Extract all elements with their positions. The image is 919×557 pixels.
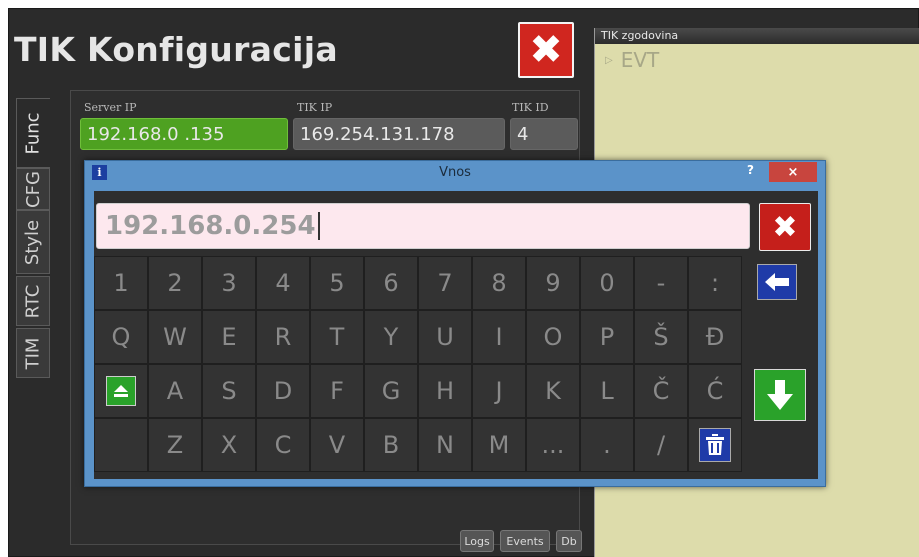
shift-key-face (106, 376, 136, 406)
tab-style-label: Style (22, 219, 44, 265)
close-icon: ✖ (772, 209, 798, 245)
arrow-down-icon (767, 380, 793, 410)
key-dot[interactable]: . (580, 418, 634, 472)
server-ip-field[interactable]: 192.168.0 .135 (80, 118, 288, 150)
key-t[interactable]: T (310, 310, 364, 364)
key-slash[interactable]: / (634, 418, 688, 472)
key-c[interactable]: C (256, 418, 310, 472)
key-g[interactable]: G (364, 364, 418, 418)
tik-id-label: TIK ID (512, 101, 549, 114)
main-close-button[interactable]: ✖ (518, 22, 574, 78)
db-button[interactable]: Db (556, 530, 582, 552)
backspace-key[interactable] (757, 264, 797, 300)
tab-rtc-label: RTC (22, 284, 44, 318)
key-l[interactable]: L (580, 364, 634, 418)
text-input-value: 192.168.0.254 (105, 211, 316, 241)
key-f[interactable]: F (310, 364, 364, 418)
tab-tim-label: TIM (22, 337, 44, 369)
dialog-close-button[interactable]: × (769, 162, 817, 182)
key-b[interactable]: B (364, 418, 418, 472)
key-h[interactable]: H (418, 364, 472, 418)
text-input[interactable]: 192.168.0.254 (96, 203, 750, 249)
enter-key[interactable] (752, 356, 808, 434)
key-j[interactable]: J (472, 364, 526, 418)
triangle-right-icon: ▷ (605, 54, 613, 66)
tab-func[interactable]: Func (16, 98, 50, 168)
arrow-left-icon (765, 273, 789, 291)
key-2[interactable]: 2 (148, 256, 202, 310)
key-s-caron[interactable]: Š (634, 310, 688, 364)
shift-key[interactable] (94, 364, 148, 418)
key-n[interactable]: N (418, 418, 472, 472)
key-x[interactable]: X (202, 418, 256, 472)
key-6[interactable]: 6 (364, 256, 418, 310)
eject-icon (114, 385, 128, 397)
close-icon: ✖ (529, 27, 563, 73)
key-v[interactable]: V (310, 418, 364, 472)
key-5[interactable]: 5 (310, 256, 364, 310)
logs-button[interactable]: Logs (460, 530, 494, 552)
key-d-stroke[interactable]: Đ (688, 310, 742, 364)
key-w[interactable]: W (148, 310, 202, 364)
events-button[interactable]: Events (500, 530, 550, 552)
key-e[interactable]: E (202, 310, 256, 364)
delete-key[interactable] (688, 418, 742, 472)
key-8[interactable]: 8 (472, 256, 526, 310)
tab-rtc[interactable]: RTC (16, 276, 50, 326)
history-item-label: EVT (620, 48, 660, 72)
dialog-title: Vnos (439, 165, 471, 180)
key-m[interactable]: M (472, 418, 526, 472)
key-9[interactable]: 9 (526, 256, 580, 310)
tik-ip-label: TIK IP (297, 101, 333, 114)
text-caret (317, 212, 320, 240)
key-a[interactable]: A (148, 364, 202, 418)
dialog-help-button[interactable]: ? (747, 163, 754, 177)
key-3[interactable]: 3 (202, 256, 256, 310)
key-c-caron[interactable]: Č (634, 364, 688, 418)
tab-cfg[interactable]: CFG (16, 168, 50, 210)
key-ellipsis[interactable]: ... (526, 418, 580, 472)
trash-icon (706, 434, 724, 455)
key-k[interactable]: K (526, 364, 580, 418)
dialog-titlebar: i Vnos ? × (85, 161, 825, 183)
clear-input-button[interactable]: ✖ (759, 203, 811, 251)
enter-key-face (754, 369, 806, 421)
key-r[interactable]: R (256, 310, 310, 364)
input-dialog: i Vnos ? × 192.168.0.254 ✖ 1 2 3 4 5 6 7… (84, 160, 826, 487)
history-header: TIK zgodovina (595, 28, 919, 44)
key-p[interactable]: P (580, 310, 634, 364)
key-d[interactable]: D (256, 364, 310, 418)
key-s[interactable]: S (202, 364, 256, 418)
key-o[interactable]: O (526, 310, 580, 364)
key-i[interactable]: I (472, 310, 526, 364)
key-u[interactable]: U (418, 310, 472, 364)
key-c-acute[interactable]: Ć (688, 364, 742, 418)
keyboard-body: 192.168.0.254 ✖ 1 2 3 4 5 6 7 8 9 0 - : … (94, 191, 818, 479)
server-ip-label: Server IP (84, 101, 137, 114)
tab-func-label: Func (23, 111, 44, 155)
key-0[interactable]: 0 (580, 256, 634, 310)
history-tree-item[interactable]: ▷ EVT (595, 48, 919, 72)
tab-style[interactable]: Style (16, 210, 50, 274)
key-colon[interactable]: : (688, 256, 742, 310)
delete-key-face (699, 428, 731, 462)
key-dash[interactable]: - (634, 256, 688, 310)
key-z[interactable]: Z (148, 418, 202, 472)
key-blank (94, 418, 148, 472)
tik-id-field[interactable]: 4 (510, 118, 578, 150)
key-q[interactable]: Q (94, 310, 148, 364)
key-1[interactable]: 1 (94, 256, 148, 310)
key-4[interactable]: 4 (256, 256, 310, 310)
tik-ip-field[interactable]: 169.254.131.178 (293, 118, 505, 150)
key-7[interactable]: 7 (418, 256, 472, 310)
tab-cfg-label: CFG (22, 170, 44, 208)
tab-tim[interactable]: TIM (16, 328, 50, 378)
key-y[interactable]: Y (364, 310, 418, 364)
app-title: TIK Konfiguracija (14, 30, 338, 69)
